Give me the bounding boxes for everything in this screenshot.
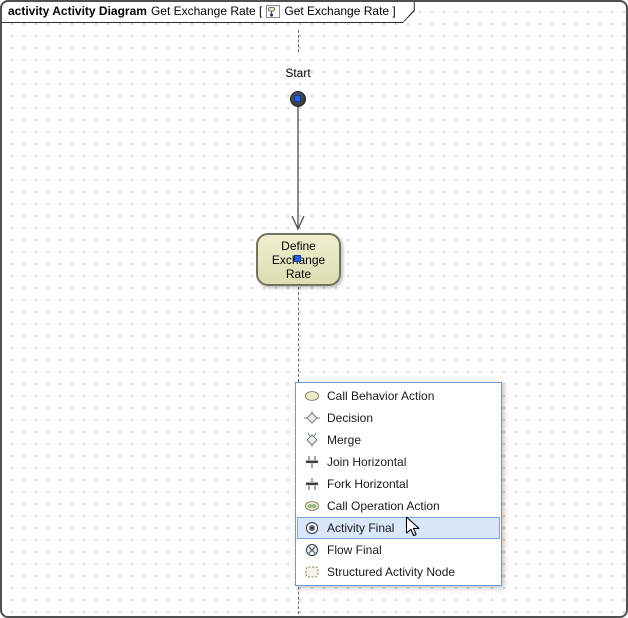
menu-item-join-horizontal[interactable]: Join Horizontal bbox=[297, 451, 500, 473]
call-operation-action-icon bbox=[303, 499, 320, 514]
menu-item-call-operation-action[interactable]: Call Operation Action bbox=[297, 495, 500, 517]
menu-item-label: Fork Horizontal bbox=[327, 477, 408, 491]
menu-item-activity-final[interactable]: Activity Final bbox=[297, 517, 500, 539]
frame-ref-label: Get Exchange Rate ] bbox=[284, 4, 395, 18]
join-horizontal-icon bbox=[303, 455, 320, 470]
menu-item-label: Join Horizontal bbox=[327, 455, 406, 469]
menu-item-label: Structured Activity Node bbox=[327, 565, 455, 579]
initial-node-label[interactable]: Start bbox=[268, 66, 328, 80]
diagram-canvas[interactable]: activity Activity Diagram Get Exchange R… bbox=[0, 0, 628, 618]
activity-final-icon bbox=[303, 521, 320, 536]
action-node-label-line3: Rate bbox=[286, 267, 311, 281]
menu-item-call-behavior-action[interactable]: Call Behavior Action bbox=[297, 385, 500, 407]
menu-item-decision[interactable]: Decision bbox=[297, 407, 500, 429]
element-type-context-menu: Call Behavior Action Decision bbox=[295, 382, 502, 586]
selection-handle-action[interactable] bbox=[294, 255, 301, 262]
menu-item-label: Call Operation Action bbox=[327, 499, 440, 513]
menu-item-flow-final[interactable]: Flow Final bbox=[297, 539, 500, 561]
structured-activity-node-icon bbox=[303, 565, 320, 580]
decision-icon bbox=[303, 411, 320, 426]
dashed-path-middle bbox=[298, 287, 299, 382]
dashed-path-bottom bbox=[298, 582, 299, 614]
selection-handle-initial[interactable] bbox=[294, 95, 301, 102]
dashed-path-top bbox=[298, 30, 299, 52]
menu-item-label: Merge bbox=[327, 433, 361, 447]
action-node-label-line1: Define bbox=[281, 239, 316, 253]
frame-header[interactable]: activity Activity Diagram Get Exchange R… bbox=[2, 2, 415, 23]
menu-item-merge[interactable]: Merge bbox=[297, 429, 500, 451]
flow-final-icon bbox=[303, 543, 320, 558]
menu-item-structured-activity-node[interactable]: Structured Activity Node bbox=[297, 561, 500, 583]
menu-item-label: Flow Final bbox=[327, 543, 382, 557]
mouse-cursor-icon bbox=[405, 516, 420, 537]
menu-item-label: Decision bbox=[327, 411, 373, 425]
frame-name-label: Get Exchange Rate [ bbox=[151, 4, 262, 18]
call-behavior-action-icon bbox=[303, 389, 320, 404]
menu-item-label: Call Behavior Action bbox=[327, 389, 434, 403]
menu-item-fork-horizontal[interactable]: Fork Horizontal bbox=[297, 473, 500, 495]
menu-item-label: Activity Final bbox=[327, 521, 394, 535]
diagram-icon bbox=[266, 5, 280, 18]
control-flow-edge[interactable] bbox=[286, 107, 310, 235]
fork-horizontal-icon bbox=[303, 477, 320, 492]
frame-kind-label: activity Activity Diagram bbox=[8, 4, 147, 18]
merge-icon bbox=[303, 433, 320, 448]
